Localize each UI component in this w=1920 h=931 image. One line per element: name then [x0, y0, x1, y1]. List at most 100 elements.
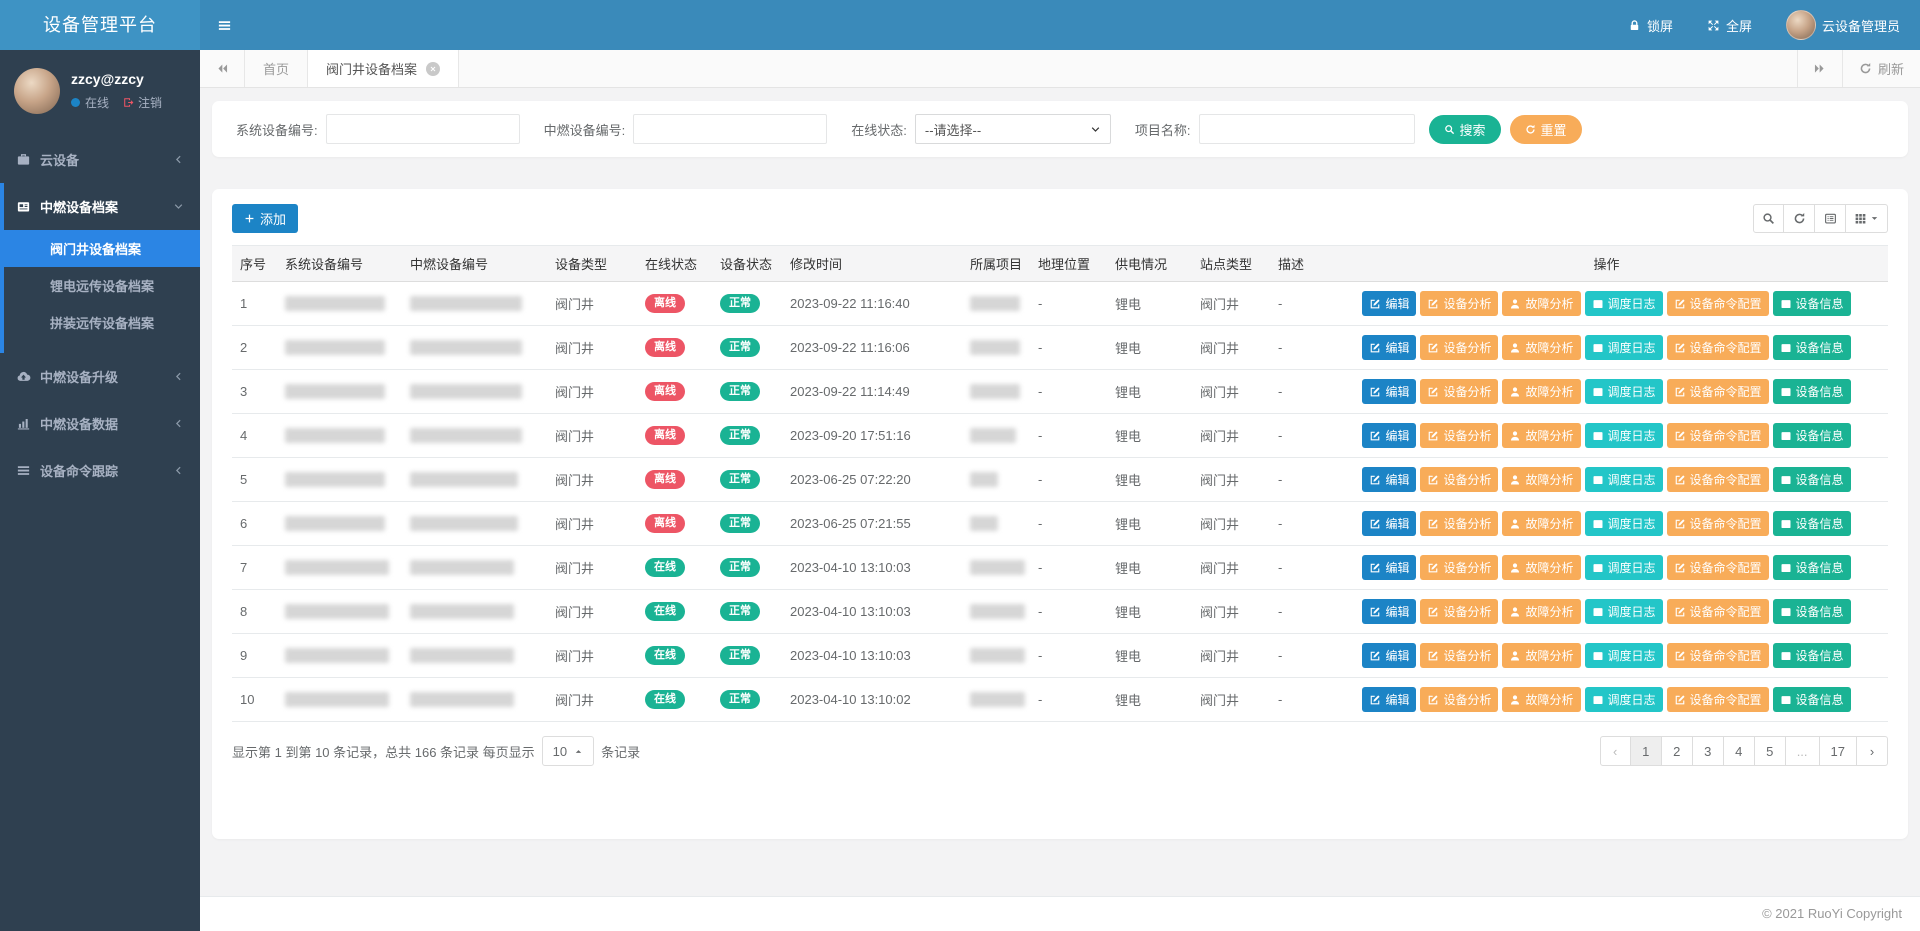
next-page-button[interactable]: ›	[1857, 736, 1888, 766]
device-analysis-button[interactable]: 设备分析	[1420, 467, 1498, 492]
page-button[interactable]: 2	[1662, 736, 1693, 766]
sidebar-item-cloud-device[interactable]: 云设备	[0, 136, 200, 183]
admin-menu[interactable]: 云设备管理员	[1786, 10, 1900, 40]
edit-button[interactable]: 编辑	[1362, 555, 1416, 580]
redacted-value	[285, 472, 385, 487]
device-info-button[interactable]: 设备信息	[1773, 379, 1851, 404]
device-info-button[interactable]: 设备信息	[1773, 643, 1851, 668]
fullscreen-button[interactable]: 全屏	[1707, 16, 1752, 35]
device-command-config-button[interactable]: 设备命令配置	[1667, 291, 1769, 316]
device-analysis-button[interactable]: 设备分析	[1420, 379, 1498, 404]
device-command-config-button[interactable]: 设备命令配置	[1667, 555, 1769, 580]
device-analysis-button[interactable]: 设备分析	[1420, 555, 1498, 580]
dispatch-log-button[interactable]: 调度日志	[1585, 511, 1663, 536]
toggle-view-button[interactable]	[1815, 204, 1846, 233]
fault-analysis-button[interactable]: 故障分析	[1502, 511, 1580, 536]
edit-button[interactable]: 编辑	[1362, 599, 1416, 624]
device-command-config-button[interactable]: 设备命令配置	[1667, 335, 1769, 360]
device-analysis-button[interactable]: 设备分析	[1420, 643, 1498, 668]
search-button[interactable]: 搜索	[1429, 115, 1501, 144]
sidebar-item-zr-device-archive[interactable]: 中燃设备档案	[4, 183, 200, 230]
edit-button[interactable]: 编辑	[1362, 423, 1416, 448]
edit-button[interactable]: 编辑	[1362, 467, 1416, 492]
tabs-scroll-right-button[interactable]	[1797, 50, 1842, 87]
page-button[interactable]: 5	[1755, 736, 1786, 766]
system-device-no-input[interactable]	[326, 114, 520, 144]
device-command-config-button[interactable]: 设备命令配置	[1667, 599, 1769, 624]
columns-button[interactable]	[1846, 204, 1888, 233]
device-analysis-button[interactable]: 设备分析	[1420, 687, 1498, 712]
tab-首页[interactable]: 首页	[245, 50, 308, 87]
table-refresh-button[interactable]	[1784, 204, 1815, 233]
dispatch-log-button[interactable]: 调度日志	[1585, 291, 1663, 316]
device-analysis-button[interactable]: 设备分析	[1420, 291, 1498, 316]
device-info-button[interactable]: 设备信息	[1773, 555, 1851, 580]
device-info-button[interactable]: 设备信息	[1773, 511, 1851, 536]
device-analysis-button[interactable]: 设备分析	[1420, 511, 1498, 536]
fault-analysis-button[interactable]: 故障分析	[1502, 467, 1580, 492]
edit-button[interactable]: 编辑	[1362, 687, 1416, 712]
close-tab-icon[interactable]	[426, 62, 440, 76]
dispatch-log-button[interactable]: 调度日志	[1585, 687, 1663, 712]
fault-analysis-button[interactable]: 故障分析	[1502, 599, 1580, 624]
device-command-config-button[interactable]: 设备命令配置	[1667, 511, 1769, 536]
fault-analysis-button[interactable]: 故障分析	[1502, 335, 1580, 360]
fault-analysis-button[interactable]: 故障分析	[1502, 687, 1580, 712]
fault-analysis-button[interactable]: 故障分析	[1502, 379, 1580, 404]
edit-button[interactable]: 编辑	[1362, 511, 1416, 536]
project-name-input[interactable]	[1199, 114, 1415, 144]
device-command-config-button[interactable]: 设备命令配置	[1667, 379, 1769, 404]
table-tools	[1753, 204, 1888, 233]
logout-button[interactable]: 注销	[123, 94, 162, 111]
add-button[interactable]: 添加	[232, 204, 298, 233]
device-info-button[interactable]: 设备信息	[1773, 687, 1851, 712]
dispatch-log-button[interactable]: 调度日志	[1585, 643, 1663, 668]
refresh-tab-button[interactable]: 刷新	[1842, 50, 1920, 87]
edit-button[interactable]: 编辑	[1362, 335, 1416, 360]
fault-analysis-button[interactable]: 故障分析	[1502, 423, 1580, 448]
page-button[interactable]: 3	[1693, 736, 1724, 766]
lock-screen-button[interactable]: 锁屏	[1628, 16, 1673, 35]
page-size-dropdown[interactable]: 10	[542, 736, 594, 766]
dispatch-log-button[interactable]: 调度日志	[1585, 379, 1663, 404]
edit-button[interactable]: 编辑	[1362, 643, 1416, 668]
device-command-config-button[interactable]: 设备命令配置	[1667, 423, 1769, 448]
sidebar-item-zr-device-upgrade[interactable]: 中燃设备升级	[0, 353, 200, 400]
dispatch-log-button[interactable]: 调度日志	[1585, 423, 1663, 448]
device-command-config-button[interactable]: 设备命令配置	[1667, 643, 1769, 668]
sidebar-item-device-command-track[interactable]: 设备命令跟踪	[0, 447, 200, 494]
dispatch-log-button[interactable]: 调度日志	[1585, 335, 1663, 360]
page-button[interactable]: 1	[1631, 736, 1662, 766]
online-status-select[interactable]: --请选择--	[915, 114, 1111, 144]
fault-analysis-button[interactable]: 故障分析	[1502, 555, 1580, 580]
dispatch-log-button[interactable]: 调度日志	[1585, 599, 1663, 624]
device-info-button[interactable]: 设备信息	[1773, 599, 1851, 624]
device-analysis-button[interactable]: 设备分析	[1420, 423, 1498, 448]
edit-button[interactable]: 编辑	[1362, 291, 1416, 316]
sidebar-item-zr-device-data[interactable]: 中燃设备数据	[0, 400, 200, 447]
device-info-button[interactable]: 设备信息	[1773, 423, 1851, 448]
table-search-button[interactable]	[1753, 204, 1784, 233]
sidebar-subitem[interactable]: 锂电远传设备档案	[4, 267, 200, 304]
edit-button[interactable]: 编辑	[1362, 379, 1416, 404]
fault-analysis-button[interactable]: 故障分析	[1502, 291, 1580, 316]
device-command-config-button[interactable]: 设备命令配置	[1667, 687, 1769, 712]
dispatch-log-button[interactable]: 调度日志	[1585, 555, 1663, 580]
zr-device-no-input[interactable]	[633, 114, 827, 144]
device-analysis-button[interactable]: 设备分析	[1420, 335, 1498, 360]
device-analysis-button[interactable]: 设备分析	[1420, 599, 1498, 624]
fault-analysis-button[interactable]: 故障分析	[1502, 643, 1580, 668]
tab-阀门井设备档案[interactable]: 阀门井设备档案	[308, 50, 459, 87]
device-info-button[interactable]: 设备信息	[1773, 291, 1851, 316]
menu-toggle-button[interactable]	[200, 0, 249, 50]
page-button[interactable]: 4	[1724, 736, 1755, 766]
reset-button[interactable]: 重置	[1510, 115, 1582, 144]
device-info-button[interactable]: 设备信息	[1773, 467, 1851, 492]
dispatch-log-button[interactable]: 调度日志	[1585, 467, 1663, 492]
device-info-button[interactable]: 设备信息	[1773, 335, 1851, 360]
tabs-scroll-left-button[interactable]	[200, 50, 245, 87]
page-button[interactable]: 17	[1820, 736, 1857, 766]
sidebar-subitem[interactable]: 阀门井设备档案	[4, 230, 200, 267]
sidebar-subitem[interactable]: 拼装远传设备档案	[4, 304, 200, 341]
device-command-config-button[interactable]: 设备命令配置	[1667, 467, 1769, 492]
